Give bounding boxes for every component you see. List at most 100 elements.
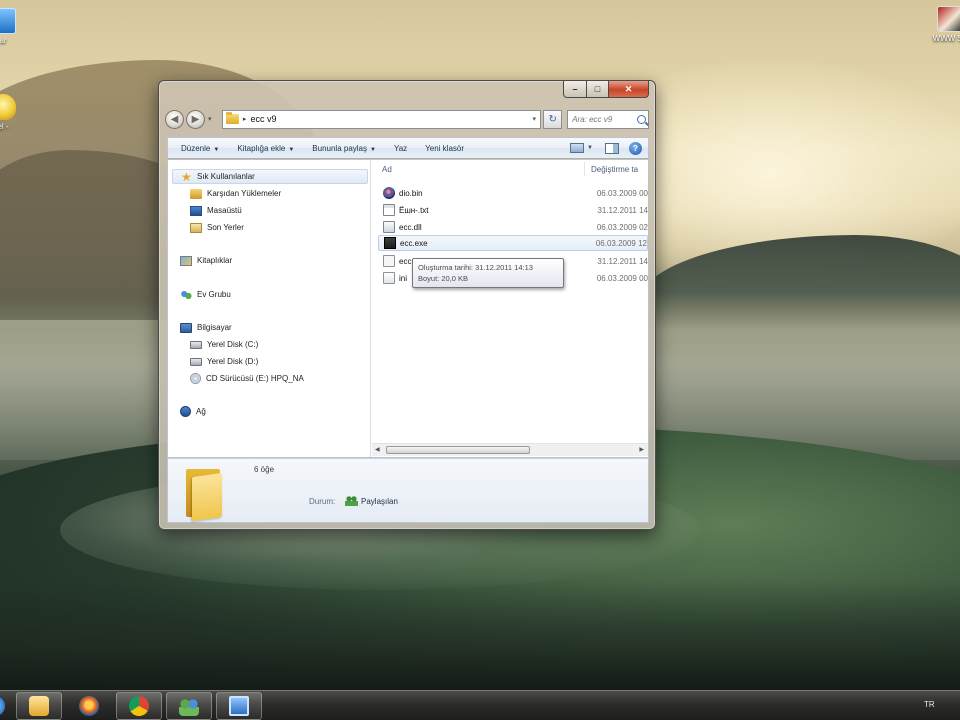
nav-item-cd-drive[interactable]: CD Sürücüsü (E:) HPQ_NA — [190, 371, 304, 386]
media-player-icon — [29, 696, 49, 716]
folder-icon — [182, 465, 226, 522]
nav-libraries-label: Kitaplıklar — [197, 256, 233, 265]
nav-item-recent-places[interactable]: Son Yerler — [190, 220, 244, 235]
organize-menu[interactable]: Düzenle ▼ — [172, 144, 228, 153]
language-indicator[interactable]: TR — [924, 700, 935, 709]
horizontal-scrollbar[interactable]: ◀ ▶ — [372, 443, 648, 456]
desktop-icon-right-1[interactable]: WWW Sa — [930, 6, 960, 43]
recent-places-icon — [190, 222, 202, 233]
desktop-icon-label: ar — [0, 36, 7, 45]
bin-file-icon — [383, 187, 395, 199]
back-button[interactable]: ◀ — [165, 109, 184, 129]
burn-button[interactable]: Yaz — [385, 144, 416, 153]
minimize-button[interactable]: – — [563, 81, 587, 98]
file-name: Ёшн-.txt — [399, 205, 429, 215]
breadcrumb-separator: ▸ — [242, 116, 247, 123]
column-date-header[interactable]: Değiştirme ta — [591, 165, 638, 174]
folder-icon — [225, 112, 239, 124]
search-box[interactable] — [567, 109, 650, 129]
hard-disk-icon — [190, 357, 202, 366]
breadcrumb[interactable]: ecc v9 — [250, 114, 528, 124]
libraries-icon — [180, 255, 192, 266]
share-with-menu[interactable]: Bununla paylaş ▼ — [303, 144, 385, 153]
desktop-icon-left-1[interactable]: ar — [0, 8, 20, 45]
nav-favorites[interactable]: ★ Sık Kullanılanlar — [172, 169, 368, 184]
arrow-left-icon: ◀ — [170, 113, 179, 125]
nav-item-label: Masaüstü — [207, 206, 242, 215]
file-row-ecc-exe[interactable]: ecc.exe 06.03.2009 12 — [378, 235, 648, 251]
nav-network[interactable]: Ağ — [180, 404, 206, 419]
settings-file-icon — [383, 272, 395, 284]
nav-item-label: CD Sürücüsü (E:) HPQ_NA — [206, 374, 304, 383]
help-icon[interactable]: ? — [629, 141, 642, 155]
scroll-right-icon[interactable]: ▶ — [639, 446, 644, 453]
address-bar[interactable]: ▸ ecc v9 ▾ — [221, 109, 542, 129]
caption-buttons: – □ ✕ — [563, 81, 649, 98]
details-pane: 6 öğe Durum: Paylaşılan — [167, 458, 649, 523]
taskbar-remote-desktop[interactable] — [216, 692, 262, 720]
taskbar-homegroup[interactable] — [166, 692, 212, 720]
file-date: 06.03.2009 02 — [596, 222, 648, 232]
taskbar-media-player[interactable] — [16, 692, 62, 720]
chevron-down-icon: ▼ — [288, 146, 295, 153]
desktop-icon — [190, 205, 202, 216]
column-divider[interactable] — [584, 162, 585, 176]
desktop-icon-left-2[interactable]: el - — [0, 94, 20, 131]
refresh-button[interactable]: ↻ — [543, 109, 563, 129]
nav-item-label: Son Yerler — [207, 223, 244, 232]
address-dropdown-icon[interactable]: ▾ — [528, 115, 540, 123]
nav-libraries[interactable]: Kitaplıklar — [180, 253, 232, 268]
view-options-icon[interactable] — [570, 143, 585, 153]
maximize-button[interactable]: □ — [587, 81, 609, 98]
desktop-icon-label: WWW Sa — [932, 34, 960, 43]
network-icon — [180, 406, 191, 417]
command-bar: Düzenle ▼ Kitaplığa ekle ▼ Bununla paylaş ▼… — [167, 137, 649, 159]
navigation-bar: ◀ ▶ ▾ ▸ ecc v9 ▾ ↻ — [165, 107, 650, 131]
forward-button[interactable]: ▶ — [185, 109, 205, 129]
explorer-window: – □ ✕ ◀ ▶ ▾ ▸ ecc v9 ▾ ↻ Düzenle▼ Kitapl… — [158, 80, 656, 530]
monitor-icon — [229, 696, 249, 716]
new-folder-button[interactable]: Yeni klasör — [416, 144, 473, 153]
file-row-txt[interactable]: Ёшн-.txt 31.12.2011 14 — [378, 202, 648, 218]
text-file-icon — [383, 204, 395, 216]
taskbar-firefox[interactable] — [66, 692, 112, 720]
nav-homegroup[interactable]: Ev Grubu — [180, 287, 231, 302]
chevron-down-icon: ▼ — [213, 146, 220, 153]
file-info-tooltip: Oluşturma tarihi: 31.12.2011 14:13 Boyut… — [412, 258, 564, 288]
nav-item-local-disk-c[interactable]: Yerel Disk (C:) — [190, 337, 258, 352]
search-icon[interactable] — [637, 114, 647, 124]
chrome-icon — [129, 696, 149, 716]
taskbar-chrome[interactable] — [116, 692, 162, 720]
item-count: 6 öğe — [254, 465, 275, 474]
nav-item-downloads[interactable]: Karşıdan Yüklemeler — [190, 186, 281, 201]
organize-label: Düzenle — [181, 143, 211, 153]
search-input[interactable] — [572, 114, 637, 124]
scrollbar-thumb[interactable] — [386, 446, 530, 454]
recent-pages-dropdown[interactable]: ▾ — [208, 115, 218, 123]
file-date: 06.03.2009 00 — [596, 188, 648, 198]
file-icon — [383, 255, 395, 267]
game-shortcut-icon — [937, 6, 960, 32]
preview-pane-icon[interactable] — [605, 142, 619, 154]
column-name-header[interactable]: Ad — [382, 165, 392, 174]
scroll-left-icon[interactable]: ◀ — [375, 446, 380, 453]
add-to-library-label: Kitaplığa ekle — [237, 143, 286, 153]
nav-computer[interactable]: Bilgisayar — [180, 320, 232, 335]
file-name: ecc.exe — [400, 238, 428, 248]
tooltip-created: Oluşturma tarihi: 31.12.2011 14:13 — [418, 263, 533, 272]
nav-item-local-disk-d[interactable]: Yerel Disk (D:) — [190, 354, 258, 369]
share-with-label: Bununla paylaş — [312, 143, 368, 153]
add-to-library-menu[interactable]: Kitaplığa ekle ▼ — [228, 144, 303, 153]
file-date: 06.03.2009 00 — [596, 273, 648, 283]
close-button[interactable]: ✕ — [609, 81, 649, 98]
nav-item-desktop[interactable]: Masaüstü — [190, 203, 242, 218]
status-label: Durum: — [309, 497, 336, 506]
file-row-ecc-dll[interactable]: ecc.dll 06.03.2009 02 — [378, 219, 648, 235]
file-date: 31.12.2011 14 — [597, 256, 648, 266]
file-row-dio-bin[interactable]: dio.bin 06.03.2009 00 — [378, 185, 648, 201]
chevron-down-icon[interactable]: ▼ — [587, 145, 593, 151]
computer-icon — [180, 322, 192, 333]
nav-network-label: Ağ — [196, 407, 206, 416]
homegroup-icon — [179, 696, 199, 716]
computer-icon — [0, 8, 16, 34]
